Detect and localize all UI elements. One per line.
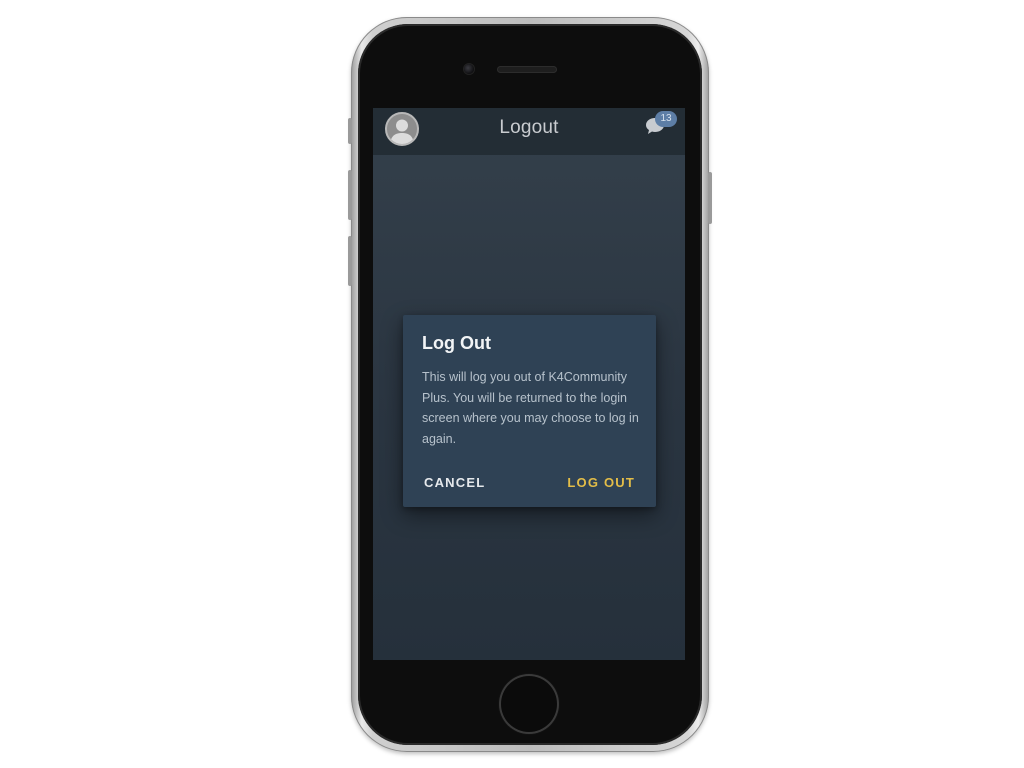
volume-down-button xyxy=(348,236,352,286)
power-button xyxy=(708,172,712,224)
mute-switch xyxy=(348,118,352,144)
app-header: Logout 13 xyxy=(373,108,685,155)
page-title: Logout xyxy=(499,117,559,138)
chat-button[interactable]: 13 xyxy=(643,110,679,140)
notification-badge: 13 xyxy=(655,111,677,127)
app-screen: Logout 13 Log Out This will log you out … xyxy=(373,108,685,660)
dialog-title: Log Out xyxy=(422,333,491,353)
earpiece-speaker xyxy=(497,66,557,73)
logout-dialog: Log Out This will log you out of K4Commu… xyxy=(403,315,656,507)
dialog-message: This will log you out of K4Community Plu… xyxy=(422,370,639,446)
home-button[interactable] xyxy=(501,676,557,732)
stage: Logout 13 Log Out This will log you out … xyxy=(0,0,1024,768)
log-out-button[interactable]: LOG OUT xyxy=(567,475,635,490)
front-camera xyxy=(464,64,474,74)
volume-up-button xyxy=(348,170,352,220)
cancel-button[interactable]: CANCEL xyxy=(424,475,485,490)
